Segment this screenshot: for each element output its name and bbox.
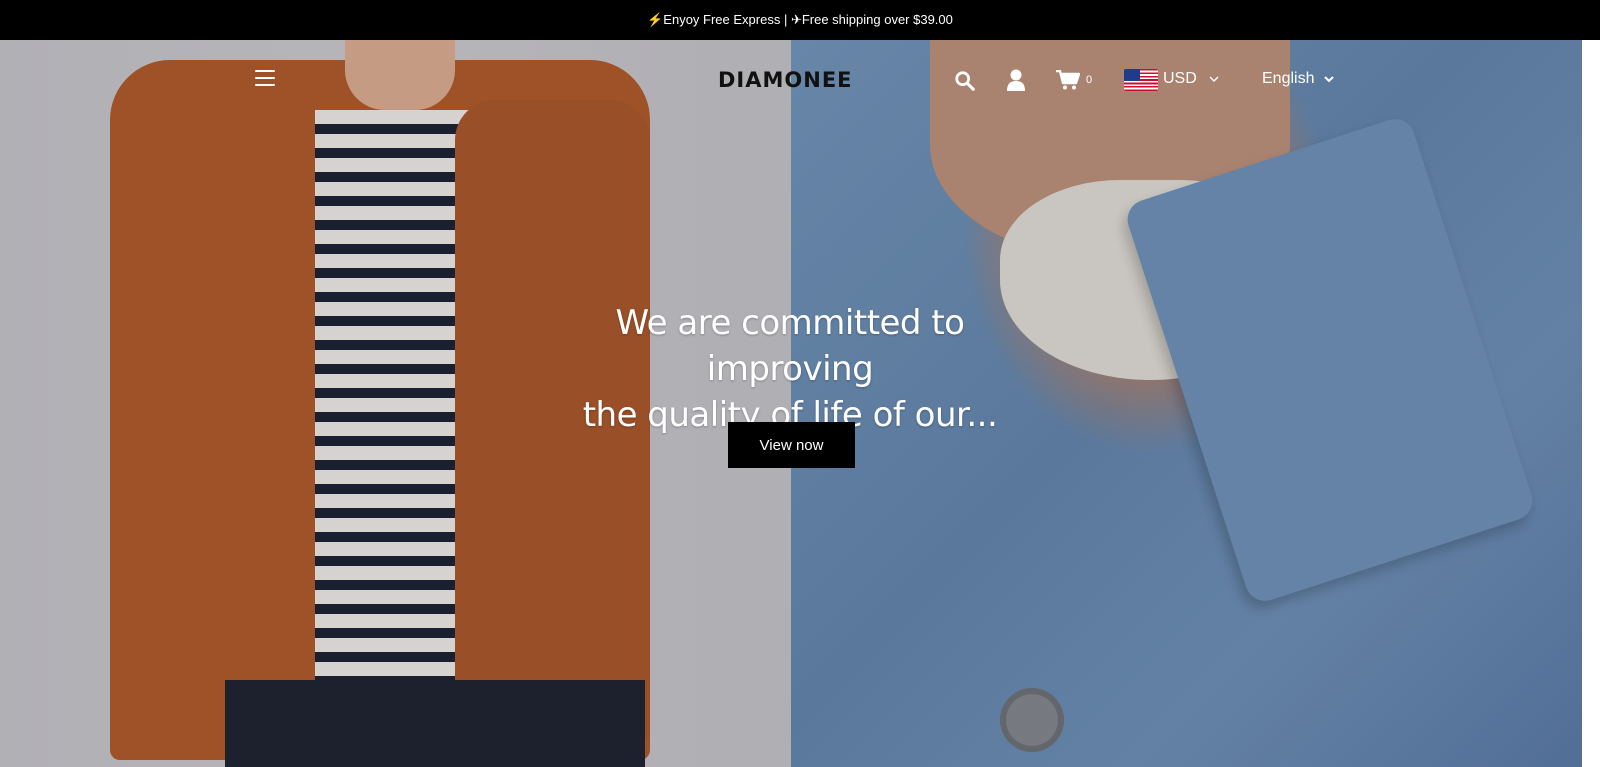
us-flag-icon[interactable] [1124, 69, 1158, 91]
announcement-text: ⚡Enyoy Free Express | ✈Free shipping ove… [647, 12, 953, 27]
site-header: DIAMONEE 0 USD English [0, 40, 1582, 120]
hero-headline: We are committed to improving the qualit… [540, 300, 1040, 438]
search-icon[interactable] [954, 70, 976, 92]
cart-icon[interactable] [1056, 70, 1080, 90]
language-label: English [1262, 70, 1315, 87]
chevron-down-icon [1209, 76, 1219, 82]
currency-selector[interactable]: USD [1163, 70, 1219, 88]
cart-count-badge: 0 [1086, 74, 1093, 86]
hero-headline-line1: We are committed to improving [615, 303, 965, 389]
page-scrollbar[interactable] [1582, 40, 1600, 767]
user-icon[interactable] [1006, 69, 1026, 91]
view-now-button[interactable]: View now [728, 422, 855, 468]
site-logo[interactable]: DIAMONEE [718, 66, 858, 94]
announcement-bar: ⚡Enyoy Free Express | ✈Free shipping ove… [0, 0, 1600, 40]
currency-label: USD [1163, 70, 1197, 87]
chevron-down-icon [1324, 76, 1335, 83]
menu-icon[interactable] [255, 70, 275, 86]
language-selector[interactable]: English [1262, 70, 1335, 88]
